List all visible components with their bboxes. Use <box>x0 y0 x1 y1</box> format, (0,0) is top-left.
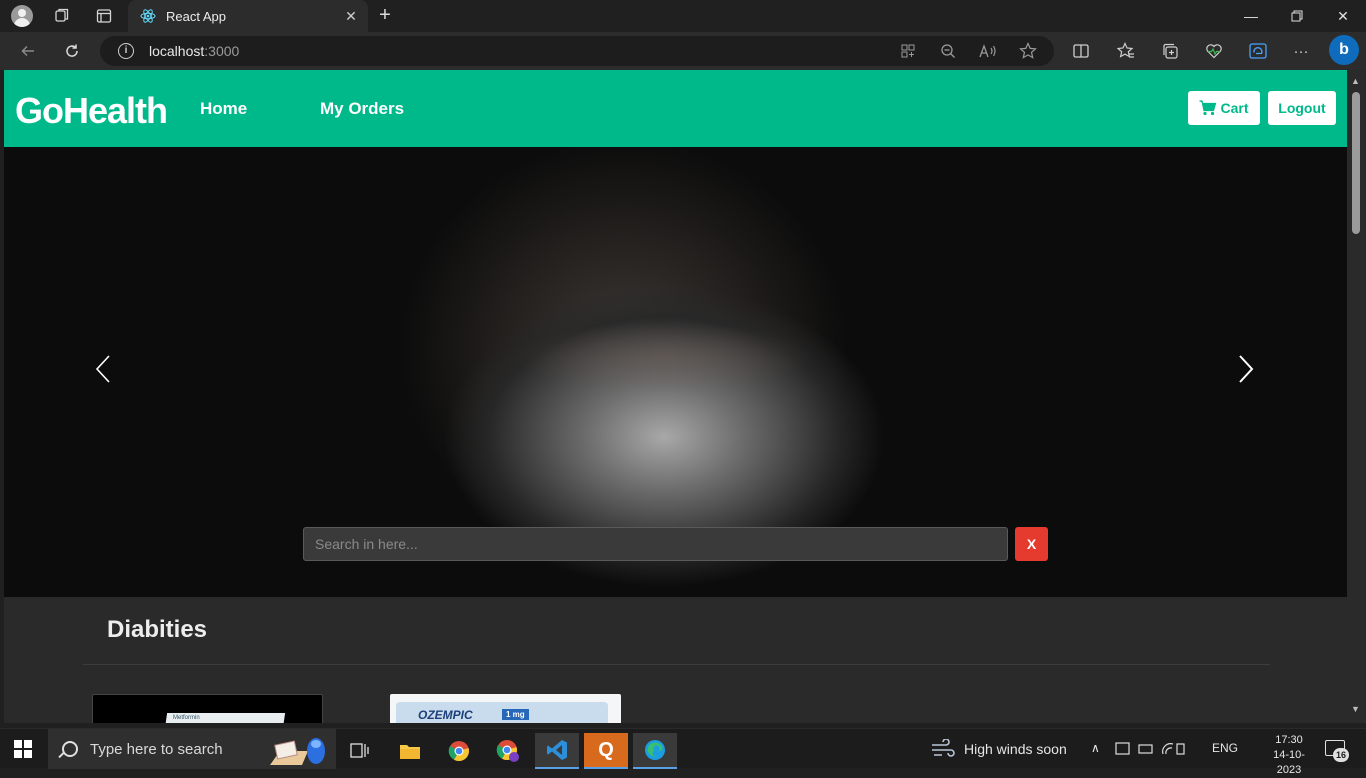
q-app-icon[interactable]: Q <box>584 733 628 769</box>
search-highlight-icon <box>268 733 330 767</box>
taskbar-search[interactable]: Type here to search <box>48 729 336 769</box>
new-tab-icon[interactable]: + <box>372 4 398 28</box>
url-port: :3000 <box>204 43 240 59</box>
url-text[interactable]: localhost:3000 <box>149 43 239 59</box>
product-image-label: OZEMPIC <box>418 708 473 722</box>
hero-carousel: X <box>4 147 1347 597</box>
cart-icon <box>1199 100 1217 116</box>
section-divider <box>83 664 1270 665</box>
favorite-star-icon[interactable] <box>1018 41 1038 61</box>
windows-taskbar: Type here to search Q High winds soon ∧ … <box>0 728 1366 776</box>
cart-button[interactable]: Cart <box>1188 91 1260 125</box>
tab-actions-icon[interactable] <box>90 4 118 28</box>
section-title: Diabities <box>107 616 208 643</box>
page-viewport: GoHealth Home My Orders Cart Logout X Di… <box>4 70 1347 723</box>
search-input[interactable] <box>304 528 1007 560</box>
profile-icon[interactable] <box>11 5 33 27</box>
bing-chat-icon[interactable]: b <box>1329 35 1359 65</box>
clock-time: 17:30 <box>1275 734 1303 746</box>
hero-image <box>514 322 814 392</box>
address-bar-row: i localhost:3000 ··· b <box>0 32 1366 70</box>
chrome-profile-icon[interactable] <box>486 733 530 769</box>
weather-text[interactable]: High winds soon <box>964 741 1067 757</box>
restore-icon[interactable] <box>1274 0 1320 32</box>
tab-react-app[interactable]: React App ✕ <box>128 0 368 32</box>
taskbar-search-text: Type here to search <box>90 740 223 758</box>
nav-home[interactable]: Home <box>200 99 247 119</box>
nav-my-orders[interactable]: My Orders <box>320 99 404 119</box>
product-card[interactable]: Metformin <box>92 694 323 723</box>
minimize-icon[interactable]: — <box>1228 0 1274 32</box>
edge-bar-icon[interactable] <box>1244 37 1272 65</box>
weather-icon[interactable] <box>930 738 956 764</box>
cart-label: Cart <box>1220 100 1249 116</box>
file-explorer-icon[interactable] <box>388 733 432 769</box>
vscode-icon[interactable] <box>535 733 579 769</box>
tab-title: React App <box>166 8 226 24</box>
notification-count: 16 <box>1333 748 1349 762</box>
carousel-prev-icon[interactable] <box>94 352 112 392</box>
search-icon <box>62 741 78 757</box>
scroll-thumb[interactable] <box>1352 92 1360 234</box>
favorites-icon[interactable] <box>1112 37 1140 65</box>
product-dose-label: 1 mg <box>502 709 529 720</box>
windows-start-icon[interactable] <box>14 740 32 758</box>
search-box <box>303 527 1008 561</box>
tray-app-icons <box>1115 740 1185 763</box>
zoom-out-icon[interactable] <box>938 41 958 61</box>
collections-icon[interactable] <box>1156 37 1184 65</box>
language-indicator[interactable]: ENG <box>1212 741 1238 755</box>
logout-button[interactable]: Logout <box>1268 91 1336 125</box>
app-available-icon[interactable] <box>898 41 918 61</box>
product-image-label: Metformin <box>173 715 200 721</box>
workspaces-icon[interactable] <box>48 4 76 28</box>
site-info-icon[interactable]: i <box>118 43 134 59</box>
chrome-icon[interactable] <box>437 733 481 769</box>
taskbar-clock[interactable]: 17:30 14-10-2023 <box>1262 733 1316 778</box>
carousel-next-icon[interactable] <box>1237 352 1255 392</box>
react-favicon <box>140 9 156 23</box>
scroll-down-icon[interactable]: ▼ <box>1351 704 1360 714</box>
browser-essentials-icon[interactable] <box>1200 37 1228 65</box>
address-bar[interactable]: i localhost:3000 <box>100 36 1054 66</box>
read-aloud-icon[interactable] <box>978 41 998 61</box>
brand-logo[interactable]: GoHealth <box>15 90 168 132</box>
edge-icon[interactable] <box>633 733 677 769</box>
close-tab-icon[interactable]: ✕ <box>340 8 362 25</box>
product-card[interactable]: OZEMPIC 1 mg <box>390 694 621 723</box>
more-icon[interactable]: ··· <box>1287 37 1315 65</box>
scroll-up-icon[interactable]: ▲ <box>1351 76 1360 86</box>
app-navbar: GoHealth Home My Orders Cart Logout <box>4 70 1347 147</box>
close-window-icon[interactable]: ✕ <box>1320 0 1366 32</box>
back-icon[interactable] <box>14 37 42 65</box>
browser-titlebar: React App ✕ + — ✕ <box>0 0 1366 32</box>
url-host: localhost <box>149 43 205 59</box>
clear-search-button[interactable]: X <box>1015 527 1048 561</box>
show-hidden-icons-icon[interactable]: ∧ <box>1091 741 1100 755</box>
split-screen-icon[interactable] <box>1067 37 1095 65</box>
page-scrollbar[interactable]: ▲ ▼ <box>1347 70 1366 723</box>
clock-date: 14-10-2023 <box>1273 749 1305 776</box>
task-view-icon[interactable] <box>338 733 382 769</box>
refresh-icon[interactable] <box>58 37 86 65</box>
